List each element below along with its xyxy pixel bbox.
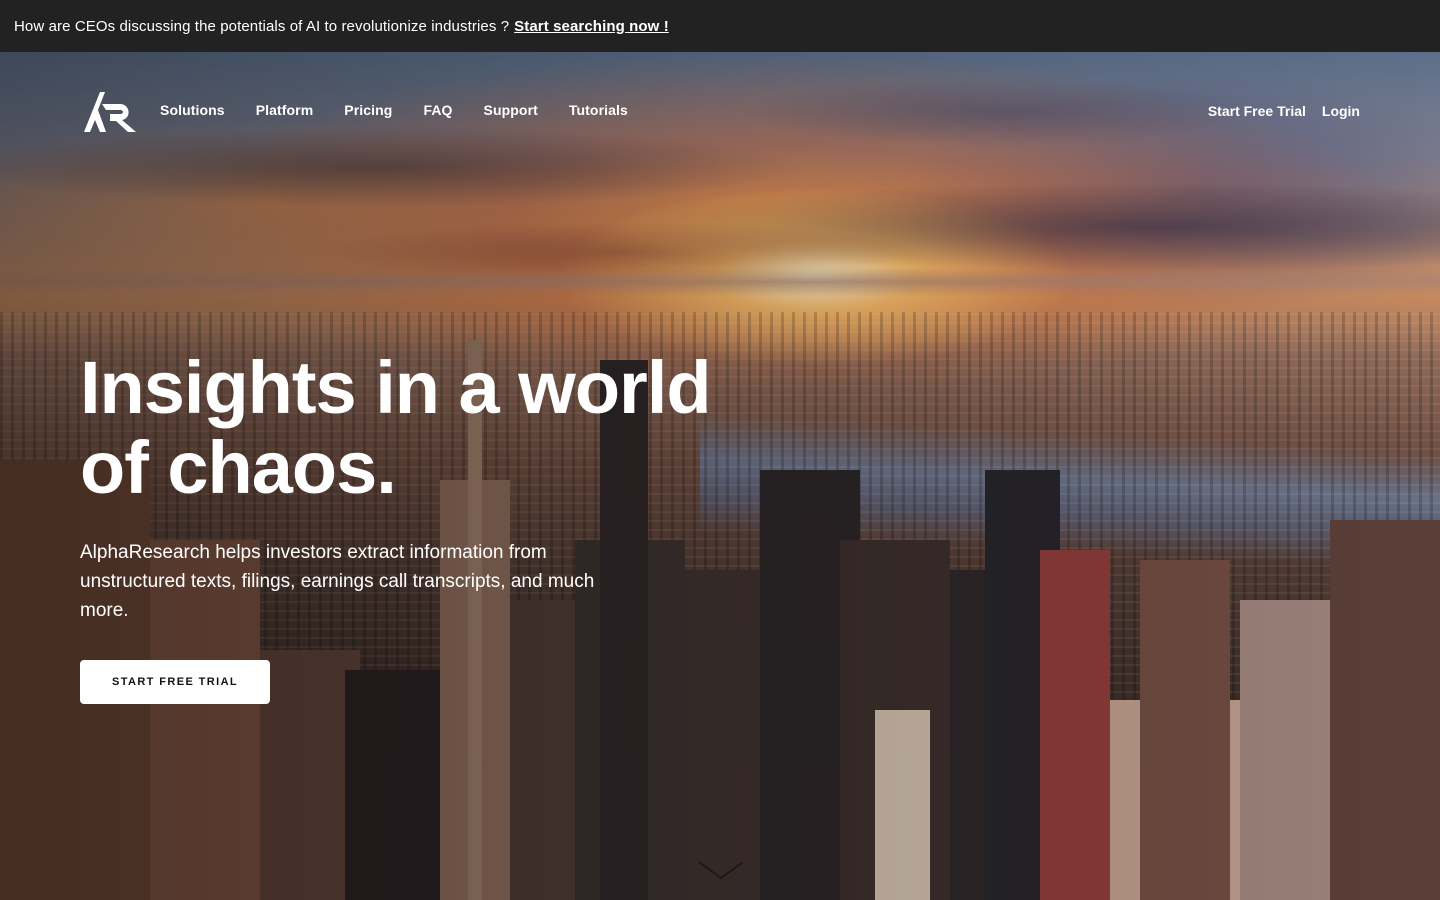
- main-menu: Solutions Platform Pricing FAQ Support T…: [160, 102, 659, 118]
- start-free-trial-link[interactable]: Start Free Trial: [1208, 103, 1306, 119]
- login-link[interactable]: Login: [1322, 103, 1360, 119]
- alpharesearch-ar-logo-icon[interactable]: [84, 90, 138, 134]
- nav-faq[interactable]: FAQ: [423, 102, 452, 118]
- nav-solutions[interactable]: Solutions: [160, 102, 225, 118]
- start-searching-link[interactable]: Start searching now !: [514, 18, 669, 35]
- nav-support[interactable]: Support: [484, 102, 538, 118]
- announcement-bar: How are CEOs discussing the potentials o…: [0, 0, 1440, 52]
- nav-platform[interactable]: Platform: [256, 102, 314, 118]
- nav-pricing[interactable]: Pricing: [344, 102, 392, 118]
- hero-headline: Insights in a world of chaos.: [80, 348, 800, 508]
- announcement-text: How are CEOs discussing the potentials o…: [14, 17, 510, 35]
- nav-tutorials[interactable]: Tutorials: [569, 102, 628, 118]
- hero-subtext: AlphaResearch helps investors extract in…: [80, 542, 595, 621]
- nav-actions: Start Free Trial Login: [1192, 103, 1360, 119]
- chevron-down-icon[interactable]: [697, 858, 745, 882]
- headline-line-1: Insights in a world: [80, 346, 712, 429]
- top-navbar: Solutions Platform Pricing FAQ Support T…: [0, 52, 1440, 172]
- headline-line-2: of chaos.: [80, 426, 397, 509]
- start-free-trial-button[interactable]: START FREE TRIAL: [80, 660, 270, 704]
